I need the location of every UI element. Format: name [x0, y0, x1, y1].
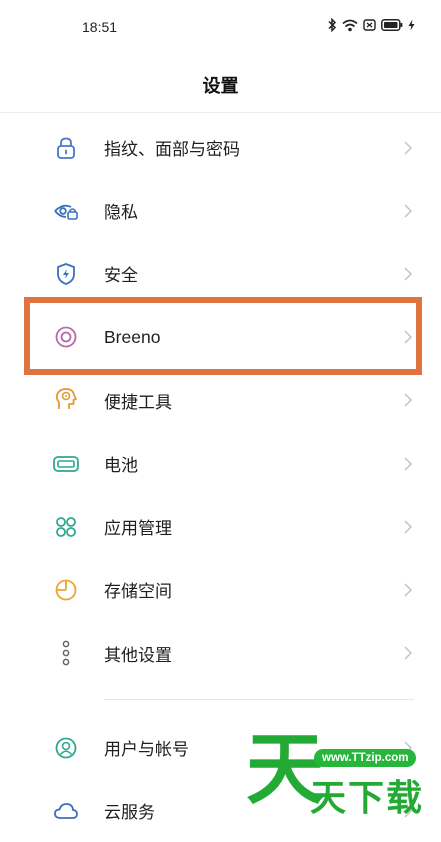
- settings-item-label: 电池: [104, 456, 138, 477]
- chevron-right-icon: [404, 646, 413, 660]
- apps-icon: [52, 513, 80, 541]
- settings-item-fingerprint[interactable]: 指纹、面部与密码: [0, 116, 441, 179]
- lock-icon: [52, 134, 80, 162]
- watermark-logo: 天 www.TTzip.com 天下载: [244, 731, 440, 836]
- section-divider: [104, 699, 414, 700]
- highlight-box: [24, 297, 422, 375]
- header-divider: [0, 112, 441, 113]
- battery-setting-icon: [52, 450, 80, 478]
- status-icons: [327, 18, 415, 32]
- charging-icon: [408, 19, 415, 31]
- settings-item-privacy[interactable]: 隐私: [0, 179, 441, 242]
- smart-tools-icon: [52, 386, 80, 414]
- settings-item-label: 其他设置: [104, 645, 172, 666]
- chevron-right-icon: [404, 141, 413, 155]
- settings-item-label: 存储空间: [104, 582, 172, 603]
- page-title: 设置: [202, 76, 239, 97]
- settings-item-label: 安全: [104, 266, 138, 287]
- settings-item-label: 指纹、面部与密码: [104, 140, 240, 161]
- nfc-icon: [363, 19, 376, 31]
- settings-item-label: 用户与帐号: [104, 740, 189, 761]
- user-icon: [52, 734, 80, 762]
- privacy-eye-icon: [52, 197, 80, 225]
- settings-item-storage[interactable]: 存储空间: [0, 558, 441, 621]
- settings-item-other[interactable]: 其他设置: [0, 622, 441, 685]
- chevron-right-icon: [404, 267, 413, 281]
- settings-item-label: 应用管理: [104, 519, 172, 540]
- wifi-icon: [342, 19, 358, 31]
- chevron-right-icon: [404, 393, 413, 407]
- watermark-text: 天下载: [310, 778, 425, 819]
- status-time: 18:51: [82, 19, 118, 35]
- battery-icon: [381, 19, 403, 31]
- shield-icon: [52, 260, 80, 288]
- watermark-url: www.TTzip.com: [314, 749, 417, 767]
- chevron-right-icon: [404, 204, 413, 218]
- cloud-icon: [52, 797, 80, 825]
- chevron-right-icon: [404, 583, 413, 597]
- settings-item-smart-tools[interactable]: 便捷工具: [0, 369, 441, 432]
- chevron-right-icon: [404, 457, 413, 471]
- chevron-right-icon: [404, 520, 413, 534]
- storage-icon: [52, 576, 80, 604]
- settings-item-apps[interactable]: 应用管理: [0, 495, 441, 558]
- more-icon: [52, 639, 80, 667]
- bluetooth-icon: [328, 18, 337, 32]
- settings-item-label: 云服务: [104, 803, 155, 824]
- settings-list: 指纹、面部与密码 隐私 安全 Breeno 便捷工具 电池 应用管理 存储空间 …: [0, 116, 441, 685]
- status-bar: 18:51: [0, 0, 441, 52]
- settings-item-battery[interactable]: 电池: [0, 432, 441, 495]
- settings-item-label: 便捷工具: [104, 392, 172, 413]
- settings-item-label: 隐私: [104, 203, 138, 224]
